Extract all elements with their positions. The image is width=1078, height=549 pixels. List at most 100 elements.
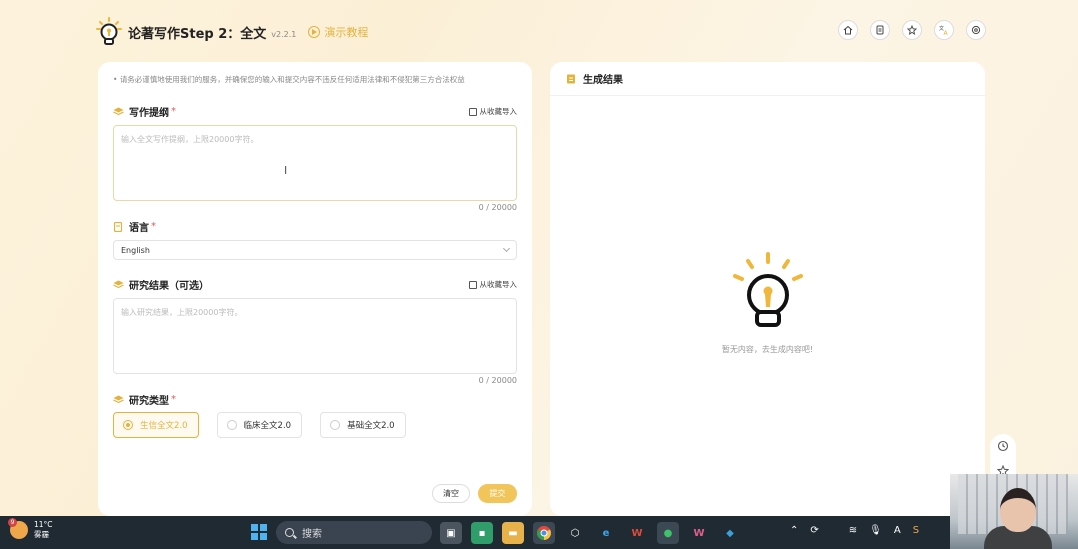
app-w-icon[interactable]: W: [688, 522, 710, 544]
play-icon: [308, 26, 321, 38]
weather-badge: 9: [8, 518, 17, 527]
language-select[interactable]: English: [113, 240, 517, 260]
research-type-group: 生信全文2.0 临床全文2.0 基础全文2.0: [113, 412, 406, 438]
radio-dot: [123, 420, 133, 430]
star-icon[interactable]: [902, 20, 922, 40]
outline-label: 写作提纲 *: [113, 104, 176, 119]
import-label: 从收藏导入: [479, 107, 518, 116]
weather-widget[interactable]: 9 11°C 雾霾: [8, 518, 53, 540]
search-icon: [285, 528, 294, 537]
taskbar-apps: ▣ ▪ ▬ ⬡ e W ● W ◆: [440, 522, 741, 544]
input-panel: • 请务必谨慎地使用我们的服务，并确保您的输入和提交内容不违反任何适用法律和不侵…: [98, 62, 532, 516]
results-counter: 0 / 20000: [478, 376, 517, 385]
option-label: 生信全文2.0: [140, 421, 188, 431]
lightbulb-illustration-icon: [732, 252, 803, 327]
layers-icon: [113, 107, 124, 115]
outline-counter: 0 / 20000: [478, 203, 517, 212]
settings-icon[interactable]: [966, 20, 986, 40]
result-header: 生成结果: [550, 62, 985, 96]
import-label: 从收藏导入: [479, 280, 518, 289]
edge-icon[interactable]: e: [595, 522, 617, 544]
result-title: 生成结果: [583, 75, 623, 86]
type-option-basic[interactable]: 基础全文2.0: [320, 412, 406, 438]
type-label: 研究类型 *: [113, 392, 176, 407]
language-label: 语言 *: [113, 219, 156, 234]
outline-label-text: 写作提纲: [129, 108, 169, 119]
chrome-icon[interactable]: [533, 522, 555, 544]
presenter-head: [1000, 488, 1036, 532]
outline-import-button[interactable]: 从收藏导入: [468, 106, 518, 117]
outline-input[interactable]: 输入全文写作提纲，上限20000字符。 I: [113, 125, 517, 201]
page-title: 论著写作Step 2：全文: [128, 26, 267, 42]
result-panel: 生成结果 暂无内容，去生成内容吧!: [550, 62, 985, 516]
import-icon: [468, 280, 477, 289]
result-icon: [567, 74, 575, 83]
document-icon[interactable]: [870, 20, 890, 40]
translate-icon[interactable]: 文A: [934, 20, 954, 40]
required-mark: *: [151, 221, 156, 232]
language-label-text: 语言: [129, 223, 149, 234]
results-placeholder: 输入研究结果，上限20000字符。: [121, 308, 243, 317]
results-input[interactable]: 输入研究结果，上限20000字符。: [113, 298, 517, 374]
chevron-down-icon: [502, 244, 511, 253]
demo-tutorial-link[interactable]: 演示教程: [308, 24, 368, 40]
home-icon[interactable]: [838, 20, 858, 40]
option-label: 临床全文2.0: [243, 421, 292, 431]
outline-placeholder: 输入全文写作提纲，上限20000字符。: [121, 135, 259, 144]
empty-state-text: 暂无内容，去生成内容吧!: [721, 345, 814, 354]
wechat-icon[interactable]: ●: [657, 522, 679, 544]
type-option-bioinfo[interactable]: 生信全文2.0: [113, 412, 199, 438]
weather-icon: 9: [8, 518, 28, 539]
version-label: v2.2.1: [271, 29, 297, 39]
system-tray: ⌃ ⟳ ≋ 🎙 A S: [790, 525, 919, 536]
demo-label: 演示教程: [324, 26, 369, 39]
required-mark: *: [171, 106, 176, 117]
file-explorer-icon[interactable]: ▬: [502, 522, 524, 544]
submit-button[interactable]: 提交: [478, 484, 517, 503]
lightbulb-logo-icon: [96, 17, 122, 47]
weather-temp: 11°C: [34, 520, 53, 529]
type-option-clinical[interactable]: 临床全文2.0: [216, 412, 303, 438]
app-hexagon-icon[interactable]: ⬡: [564, 522, 586, 544]
notice-text: 请务必谨慎地使用我们的服务，并确保您的输入和提交内容不违反任何适用法律和不侵犯第…: [119, 75, 465, 84]
os-taskbar: 9 11°C 雾霾 搜索 ▣ ▪ ▬ ⬡ e W ● W ◆ ⌃ ⟳ ≋ 🎙 A…: [0, 516, 1078, 549]
usage-notice: • 请务必谨慎地使用我们的服务，并确保您的输入和提交内容不违反任何适用法律和不侵…: [113, 75, 465, 84]
results-import-button[interactable]: 从收藏导入: [468, 279, 518, 290]
document-edit-icon: [113, 221, 123, 232]
results-label: 研究结果（可选）: [113, 277, 209, 292]
taskbar-search-label: 搜索: [302, 529, 322, 540]
required-mark: *: [171, 394, 176, 405]
layers-icon: [113, 395, 124, 403]
type-label-text: 研究类型: [129, 396, 169, 407]
app-green-icon[interactable]: ▪: [471, 522, 493, 544]
sogou-icon[interactable]: S: [913, 525, 919, 536]
weather-desc: 雾霾: [34, 530, 49, 539]
radio-dot: [330, 420, 341, 430]
chevron-up-icon[interactable]: ⌃: [790, 525, 798, 536]
webcam-overlay: [950, 474, 1078, 549]
input-method-icon[interactable]: A: [894, 525, 901, 536]
task-view-icon[interactable]: ▣: [440, 522, 462, 544]
app-window: 论著写作Step 2：全文 v2.2.1 演示教程 文A • 请务必谨慎地使用我…: [0, 0, 1078, 516]
wps-icon[interactable]: W: [626, 522, 648, 544]
language-value: English: [121, 245, 150, 255]
option-label: 基础全文2.0: [347, 421, 395, 431]
microphone-icon[interactable]: 🎙: [869, 525, 882, 536]
layers-icon: [113, 280, 124, 288]
app-blue-icon[interactable]: ◆: [719, 522, 741, 544]
clear-button[interactable]: 清空: [432, 484, 470, 503]
import-icon: [468, 107, 477, 116]
header-toolbar: 文A: [838, 20, 986, 40]
network-icon[interactable]: ≋: [849, 525, 857, 536]
svg-text:A: A: [944, 30, 949, 36]
text-cursor-icon: I: [284, 164, 288, 177]
app-header: 论著写作Step 2：全文 v2.2.1 演示教程: [96, 14, 368, 50]
radio-dot: [226, 420, 237, 430]
history-icon[interactable]: [997, 440, 1009, 455]
sync-icon[interactable]: ⟳: [810, 525, 818, 536]
weather-text: 11°C 雾霾: [34, 520, 53, 540]
taskbar-search[interactable]: 搜索: [276, 521, 432, 544]
results-label-text: 研究结果（可选）: [129, 281, 209, 292]
start-button[interactable]: [251, 524, 267, 540]
empty-state: 暂无内容，去生成内容吧!: [550, 248, 985, 355]
